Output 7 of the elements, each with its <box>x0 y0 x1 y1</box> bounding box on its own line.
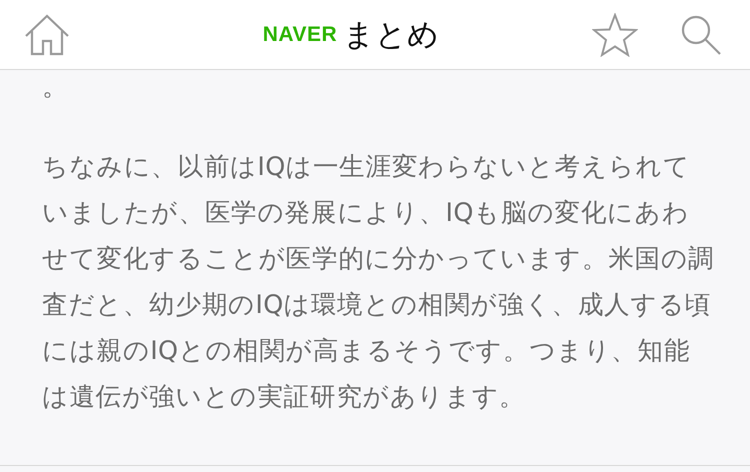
brand-logo: NAVER <box>262 22 338 46</box>
app-title: まとめ <box>343 16 440 54</box>
search-icon[interactable] <box>680 14 722 56</box>
home-icon[interactable] <box>24 14 70 56</box>
article-paragraph: ちなみに、以前はIQは一生涯変わらないと考えられていましたが、医学の発展により、IQも脳の変化にあわせて変化することが医学的に分かっています。米国の調査だと、幼少期のIQは環境との相関が強く、成人する頃には親のIQとの相関が高まるそうです。つまり、知能は遺伝が強いとの実証研究があります。 <box>42 151 716 414</box>
text-fragment: 。 <box>42 71 68 104</box>
star-icon[interactable] <box>592 12 638 56</box>
